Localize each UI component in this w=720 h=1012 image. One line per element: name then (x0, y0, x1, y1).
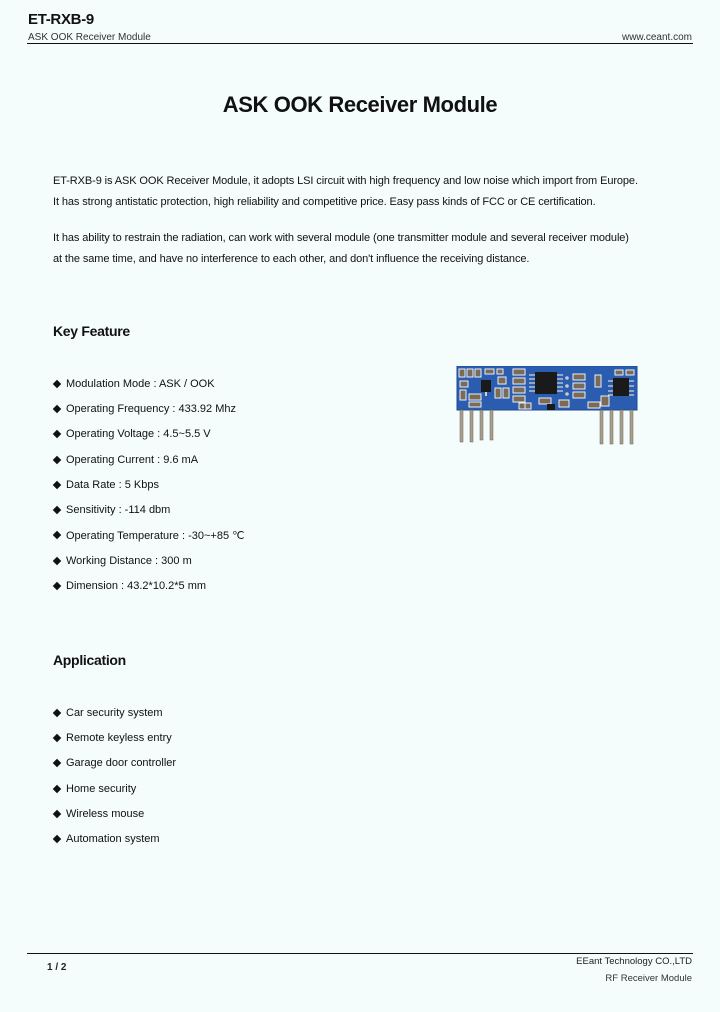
intro-line: ET-RXB-9 is ASK OOK Receiver Module, it … (53, 175, 638, 187)
diamond-bullet-icon (53, 506, 61, 514)
diamond-bullet-icon (53, 531, 61, 539)
test-pads (565, 376, 569, 396)
page-number: 1 / 2 (47, 962, 67, 973)
application-list: Car security system Remote keyless entry… (53, 700, 176, 852)
application-text: Garage door controller (66, 757, 177, 770)
footer-company: EEant Technology CO.,LTD (576, 956, 692, 967)
header-subtitle: ASK OOK Receiver Module (28, 32, 151, 43)
intro-paragraph: ET-RXB-9 is ASK OOK Receiver Module, it … (53, 171, 638, 213)
key-feature-heading: Key Feature (53, 323, 130, 339)
document-title: ASK OOK Receiver Module (222, 92, 498, 117)
receiver-module-photo (456, 366, 638, 445)
application-item: Wireless mouse (53, 801, 176, 826)
application-item: Home security (53, 776, 176, 801)
feature-item: Working Distance : 300 m (53, 548, 244, 573)
diamond-bullet-icon (53, 835, 61, 843)
feature-text: Data Rate : 5 Kbps (66, 478, 159, 491)
feature-item: Operating Frequency : 433.92 Mhz (53, 396, 244, 421)
diamond-bullet-icon (53, 582, 61, 590)
feature-item: Operating Current : 9.6 mA (53, 447, 244, 472)
footer-product: RF Receiver Module (605, 973, 692, 984)
header-pins-right (599, 409, 634, 445)
feature-item: Sensitivity : -114 dbm (53, 497, 244, 522)
feature-text: Sensitivity : -114 dbm (66, 504, 171, 517)
diamond-bullet-icon (53, 456, 61, 464)
feature-text: Operating Voltage : 4.5~5.5 V (66, 428, 211, 441)
diamond-bullet-icon (53, 557, 61, 565)
application-item: Automation system (53, 826, 176, 851)
application-text: Home security (66, 782, 137, 795)
footer-divider (27, 953, 693, 954)
application-text: Wireless mouse (66, 807, 145, 820)
intro-paragraph: It has ability to restrain the radiation… (53, 228, 629, 270)
header-divider (27, 43, 693, 44)
diamond-bullet-icon (53, 810, 61, 818)
feature-text: Operating Frequency : 433.92 Mhz (66, 402, 236, 415)
key-feature-list: Modulation Mode : ASK / OOK Operating Fr… (53, 371, 244, 599)
feature-text: Operating Temperature : -30~+85 ℃ (66, 529, 245, 542)
application-text: Automation system (66, 833, 160, 846)
feature-text: Modulation Mode : ASK / OOK (66, 377, 215, 390)
diamond-bullet-icon (53, 709, 61, 717)
diamond-bullet-icon (53, 430, 61, 438)
diamond-bullet-icon (53, 785, 61, 793)
application-text: Remote keyless entry (66, 731, 172, 744)
feature-text: Dimension : 43.2*10.2*5 mm (66, 580, 207, 593)
intro-line: It has strong antistatic protection, hig… (53, 196, 596, 208)
diamond-bullet-icon (53, 405, 61, 413)
main-ic-chip (529, 372, 563, 394)
small-transistor (547, 404, 555, 410)
application-text: Car security system (66, 706, 163, 719)
intro-line: It has ability to restrain the radiation… (53, 232, 629, 244)
header-pins-left (459, 409, 494, 443)
application-item: Remote keyless entry (53, 725, 176, 750)
intro-line: at the same time, and have no interferen… (53, 253, 530, 265)
application-item: Garage door controller (53, 751, 176, 776)
feature-item: Modulation Mode : ASK / OOK (53, 371, 244, 396)
diamond-bullet-icon (53, 759, 61, 767)
feature-item: Dimension : 43.2*10.2*5 mm (53, 573, 244, 598)
feature-item: Operating Temperature : -30~+85 ℃ (53, 523, 244, 548)
header-website: www.ceant.com (621, 32, 692, 43)
diamond-bullet-icon (53, 380, 61, 388)
diamond-bullet-icon (53, 481, 61, 489)
feature-item: Data Rate : 5 Kbps (53, 472, 244, 497)
header-product-code: ET-RXB-9 (28, 11, 94, 28)
application-item: Car security system (53, 700, 176, 725)
diamond-bullet-icon (53, 734, 61, 742)
feature-text: Working Distance : 300 m (66, 554, 192, 567)
feature-item: Operating Voltage : 4.5~5.5 V (53, 422, 244, 447)
feature-text: Operating Current : 9.6 mA (66, 453, 199, 466)
application-heading: Application (53, 652, 126, 668)
